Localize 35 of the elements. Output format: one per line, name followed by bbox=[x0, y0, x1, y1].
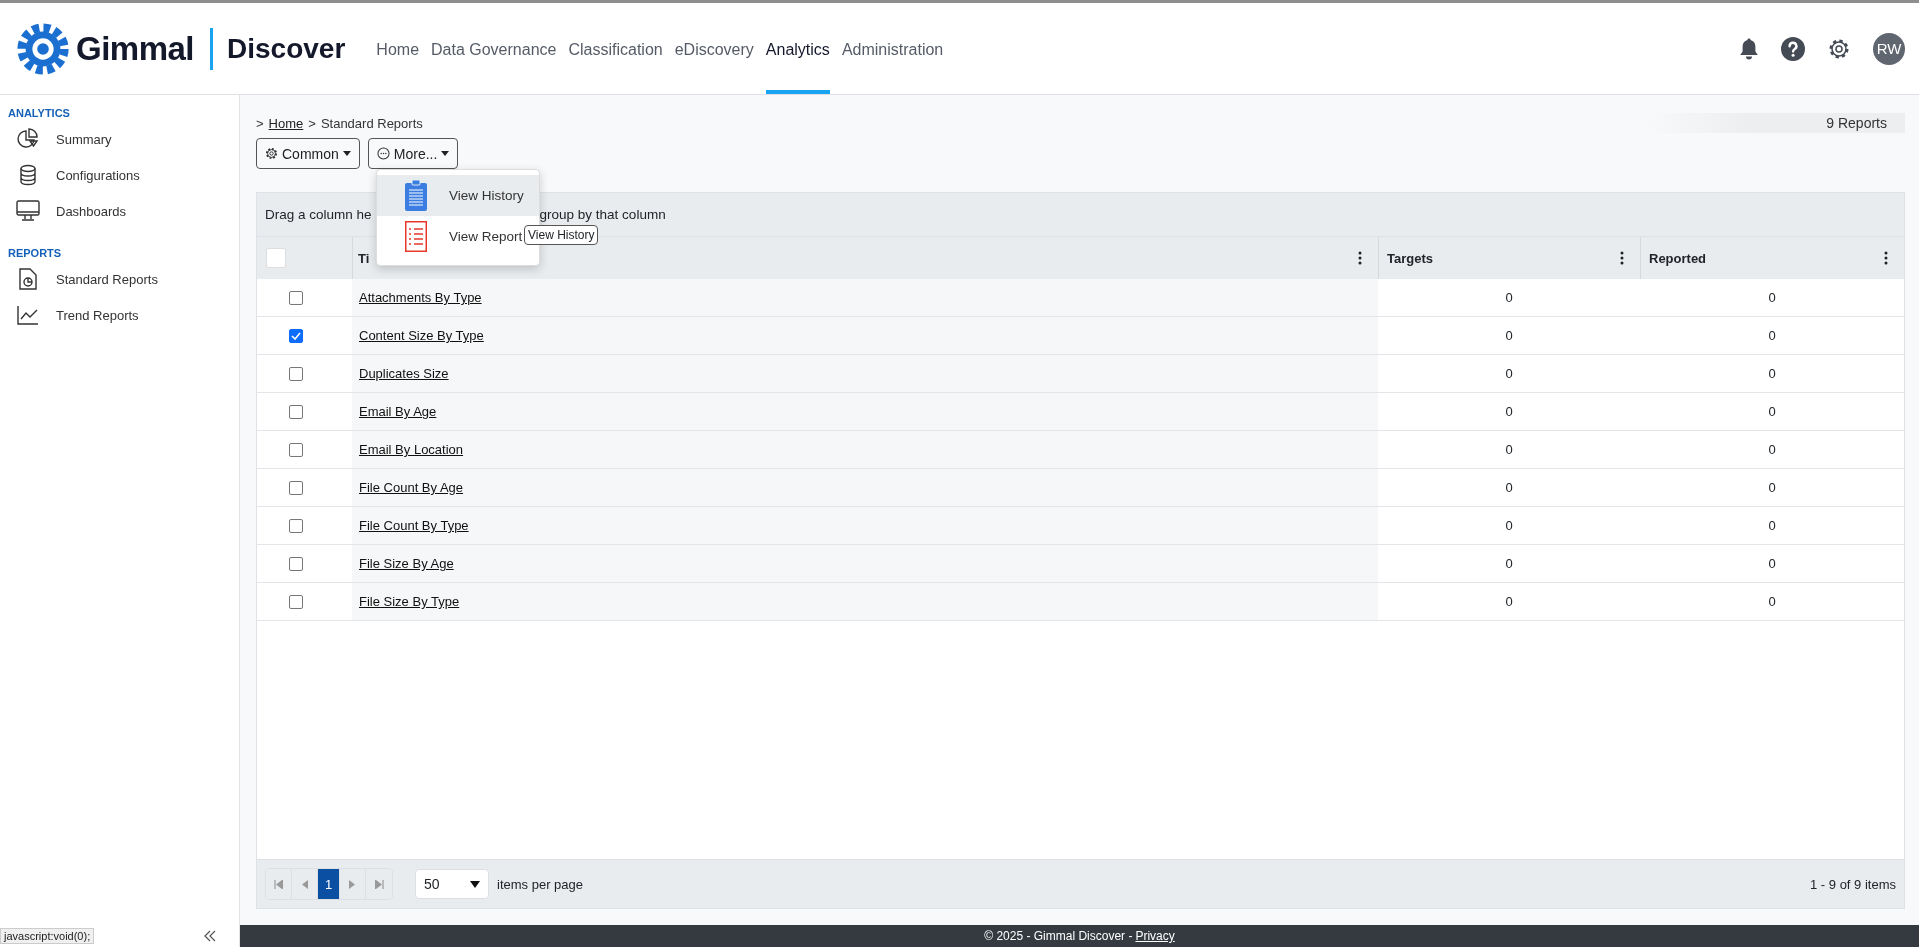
column-title: Targets bbox=[1387, 250, 1433, 266]
table-cell-text: 0 bbox=[1504, 365, 1514, 383]
table-cell-text: 0 bbox=[1767, 441, 1777, 459]
section-title: REPORTS bbox=[8, 247, 63, 259]
column-title: Reported bbox=[1649, 250, 1707, 266]
breadcrumb-separator: > bbox=[308, 115, 316, 131]
section-title: ANALYTICS bbox=[8, 107, 71, 119]
product-name: Discover bbox=[227, 32, 346, 65]
table-cell-text: 0 bbox=[1504, 593, 1514, 611]
status-bar-text: javascript:void(0); bbox=[0, 928, 95, 944]
pager-summary: 1 - 9 of 9 items bbox=[1810, 876, 1896, 892]
table-cell-text: 0 bbox=[1504, 441, 1514, 459]
table-cell-text: 0 bbox=[1504, 555, 1514, 573]
breadcrumb-current: Standard Reports bbox=[320, 115, 423, 131]
table-cell-text: 0 bbox=[1504, 517, 1514, 535]
table-cell-text: 0 bbox=[1504, 403, 1514, 421]
copyright-text: © 2025 - Gimmal Discover - bbox=[984, 929, 1133, 943]
table-cell-text: 0 bbox=[1504, 289, 1514, 307]
table-cell-text: 0 bbox=[1767, 289, 1777, 307]
table-cell-text: 0 bbox=[1767, 555, 1777, 573]
table-cell-text: 0 bbox=[1767, 479, 1777, 497]
group-hint-text: Drag a column he bbox=[265, 207, 372, 222]
brand-name: Gimmal bbox=[76, 29, 195, 68]
column-title: Ti bbox=[358, 250, 370, 266]
table-cell-text: 0 bbox=[1504, 479, 1514, 497]
breadcrumb-separator: > bbox=[256, 115, 264, 131]
table-cell-text: 0 bbox=[1767, 365, 1777, 383]
table-cell-text: 0 bbox=[1767, 593, 1777, 611]
group-hint-text: group by that column bbox=[539, 207, 666, 222]
table-cell-text: 0 bbox=[1767, 517, 1777, 535]
table-cell-text: 0 bbox=[1504, 327, 1514, 345]
table-cell-text: 0 bbox=[1767, 403, 1777, 421]
page-size-label: items per page bbox=[497, 876, 583, 892]
table-cell-text: 0 bbox=[1767, 327, 1777, 345]
tooltip: View History bbox=[524, 225, 599, 245]
